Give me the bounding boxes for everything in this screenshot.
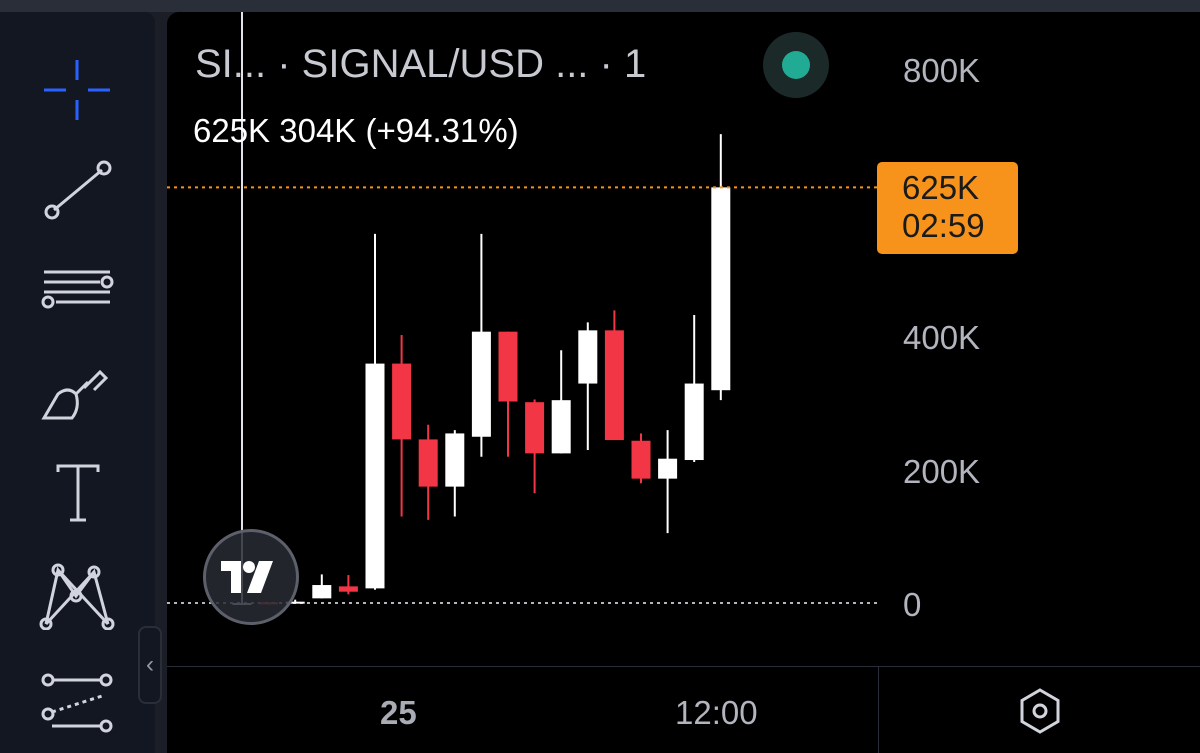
candle-body <box>578 330 598 384</box>
prediction-icon <box>41 673 113 733</box>
candle-body <box>551 400 571 454</box>
market-status-indicator[interactable] <box>763 32 829 98</box>
chart-panel[interactable]: SI... · SIGNAL/USD ... · 1 625K 304K (+9… <box>167 12 1200 753</box>
crosshair-icon <box>44 60 110 120</box>
candle-body <box>312 585 332 599</box>
price-axis-label: 200K <box>903 453 981 490</box>
candle-body <box>684 383 704 461</box>
candle-body <box>365 363 385 589</box>
candle-body <box>471 331 491 437</box>
ohlc-legend-values: 625K 304K (+94.31%) <box>193 112 519 149</box>
brush-tool-button[interactable] <box>30 350 125 430</box>
bar-countdown: 02:59 <box>902 207 985 244</box>
candle-body <box>418 439 438 487</box>
candle-body <box>658 458 678 479</box>
time-axis-border <box>167 666 1200 667</box>
candle-body <box>604 330 624 441</box>
brush-icon <box>41 369 109 420</box>
price-axis-label: 400K <box>903 319 981 356</box>
prediction-tool-button[interactable] <box>30 656 125 736</box>
text-tool-button[interactable] <box>30 450 125 530</box>
candle-body <box>525 402 545 454</box>
last-price-value: 625K <box>902 169 980 206</box>
candle-body <box>498 331 518 402</box>
candle-body <box>392 363 412 440</box>
trend-line-icon <box>44 160 112 220</box>
pattern-tool-button[interactable] <box>30 550 125 630</box>
time-axis-divider <box>878 666 879 753</box>
candle-body <box>445 433 465 487</box>
collapse-toolbar-button[interactable]: ‹ <box>138 626 162 704</box>
chart-settings-button[interactable] <box>1015 686 1065 736</box>
fib-levels-icon <box>41 270 114 309</box>
pattern-icon <box>39 563 115 630</box>
price-axis-label: 0 <box>903 586 922 623</box>
drawing-toolbar <box>0 12 155 753</box>
symbol-legend-title[interactable]: SI... · SIGNAL/USD ... · 1 <box>195 42 646 87</box>
text-icon <box>56 464 100 522</box>
settings-hexagon-icon <box>1020 688 1060 734</box>
tradingview-logo-icon <box>221 561 273 593</box>
crosshair-tool-button[interactable] <box>30 50 125 130</box>
trend-line-tool-button[interactable] <box>30 150 125 230</box>
candle-body <box>338 586 358 592</box>
time-axis-label: 25 <box>380 694 417 731</box>
candle-body <box>631 440 651 479</box>
status-dot-icon <box>782 51 810 79</box>
candle-body <box>711 187 731 391</box>
time-axis-label: 12:00 <box>675 694 758 731</box>
price-axis-label: 800K <box>903 52 981 89</box>
chevron-left-icon: ‹ <box>146 651 154 678</box>
last-price-tag: 625K 02:59 <box>877 162 1018 254</box>
window-top-edge <box>0 0 1200 12</box>
fib-levels-tool-button[interactable] <box>30 250 125 330</box>
tradingview-logo[interactable] <box>203 529 299 625</box>
